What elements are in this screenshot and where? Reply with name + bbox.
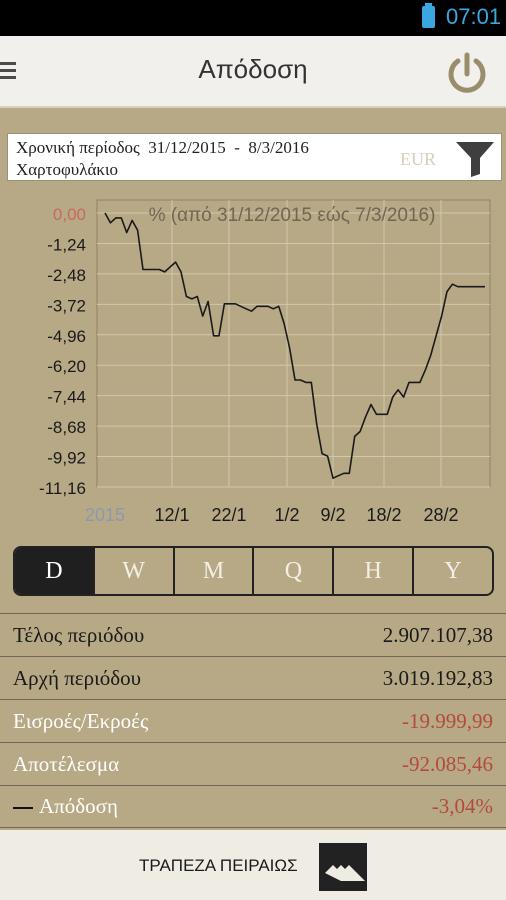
- portfolio-label: Χαρτοφυλάκιο: [16, 160, 119, 179]
- period-label: Χρονική περίοδος: [16, 138, 140, 157]
- page-title: Απόδοση: [198, 54, 308, 84]
- tab-d[interactable]: D: [15, 548, 93, 594]
- app-bar: Απόδοση: [0, 36, 506, 108]
- period-line: Χρονική περίοδος 31/12/2015 - 8/3/2016: [16, 138, 309, 158]
- y-tick-label: -2,48: [47, 266, 86, 285]
- y-tick-label: -7,44: [47, 388, 86, 407]
- status-bar: 07:01: [0, 0, 506, 36]
- result-label: Αποτέλεσμα: [13, 751, 120, 776]
- battery-icon: [422, 3, 435, 28]
- x-tick-label: 9/2: [320, 505, 345, 525]
- y-tick-label: -8,68: [47, 418, 86, 437]
- period-tabs: D W M Q H Y: [13, 546, 494, 596]
- y-tick-label: -1,24: [47, 235, 86, 254]
- chart-title: % (από 31/12/2015 εώς 7/3/2016): [149, 205, 436, 226]
- end-value: 2.907.107,38: [382, 622, 493, 647]
- summary-row-start: Αρχή περιόδου 3.019.192,83: [0, 656, 506, 699]
- summary-row-flows: Εισροές/Εκροές -19.999,99: [0, 699, 506, 742]
- y-tick-label: 0,00: [53, 205, 86, 224]
- bank-logo-icon: [319, 843, 367, 891]
- start-value: 3.019.192,83: [382, 665, 493, 690]
- bank-name: ΤΡΑΠΕΖΑ ΠΕΙΡΑΙΩΣ: [139, 856, 298, 875]
- y-tick-label: -11,16: [39, 479, 86, 498]
- legend-line-icon: [13, 807, 33, 810]
- funnel-icon[interactable]: [454, 138, 496, 178]
- period-end: 8/3/2016: [248, 138, 309, 157]
- tab-w[interactable]: W: [92, 548, 173, 594]
- flows-label: Εισροές/Εκροές: [13, 708, 149, 733]
- summary-table: Τέλος περιόδου 2.907.107,38 Αρχή περιόδο…: [0, 613, 506, 828]
- x-tick-label: 2015: [85, 505, 125, 525]
- x-tick-label: 1/2: [274, 505, 299, 525]
- performance-chart: 0,00 -1,24 -2,48 -3,72 -4,96 -6,20 -7,44 -8,68 -…: [39, 199, 491, 525]
- x-tick-label: 18/2: [366, 505, 401, 525]
- tab-m[interactable]: M: [172, 548, 253, 594]
- footer: ΤΡΑΠΕΖΑ ΠΕΙΡΑΙΩΣ: [0, 830, 506, 900]
- x-tick-label: 28/2: [423, 505, 458, 525]
- summary-row-return: Απόδοση -3,04%: [0, 785, 506, 828]
- summary-row-end: Τέλος περιόδου 2.907.107,38: [0, 613, 506, 656]
- y-tick-label: -6,20: [47, 357, 86, 376]
- start-label: Αρχή περιόδου: [13, 665, 142, 690]
- status-clock: 07:01: [446, 4, 502, 29]
- period-start: 31/12/2015: [148, 138, 226, 157]
- result-value: -92.085,46: [402, 751, 493, 776]
- return-label-group: Απόδοση: [13, 794, 118, 819]
- currency-label: EUR: [400, 149, 436, 169]
- y-tick-label: -4,96: [47, 327, 86, 346]
- return-value: -3,04%: [431, 794, 493, 818]
- tab-h[interactable]: H: [332, 548, 412, 594]
- summary-row-result: Αποτέλεσμα -92.085,46: [0, 742, 506, 785]
- return-label: Απόδοση: [39, 794, 118, 818]
- y-tick-label: -3,72: [47, 296, 86, 315]
- period-separator: -: [234, 138, 240, 157]
- tab-y[interactable]: Y: [412, 548, 492, 594]
- flows-value: -19.999,99: [402, 708, 493, 733]
- end-label: Τέλος περιόδου: [13, 622, 145, 647]
- tab-q[interactable]: Q: [252, 548, 332, 594]
- power-icon[interactable]: [444, 50, 490, 96]
- x-tick-label: 22/1: [211, 505, 246, 525]
- period-filter[interactable]: Χρονική περίοδος 31/12/2015 - 8/3/2016 Χ…: [7, 133, 502, 181]
- y-tick-label: -9,92: [47, 449, 86, 468]
- x-tick-label: 12/1: [154, 505, 189, 525]
